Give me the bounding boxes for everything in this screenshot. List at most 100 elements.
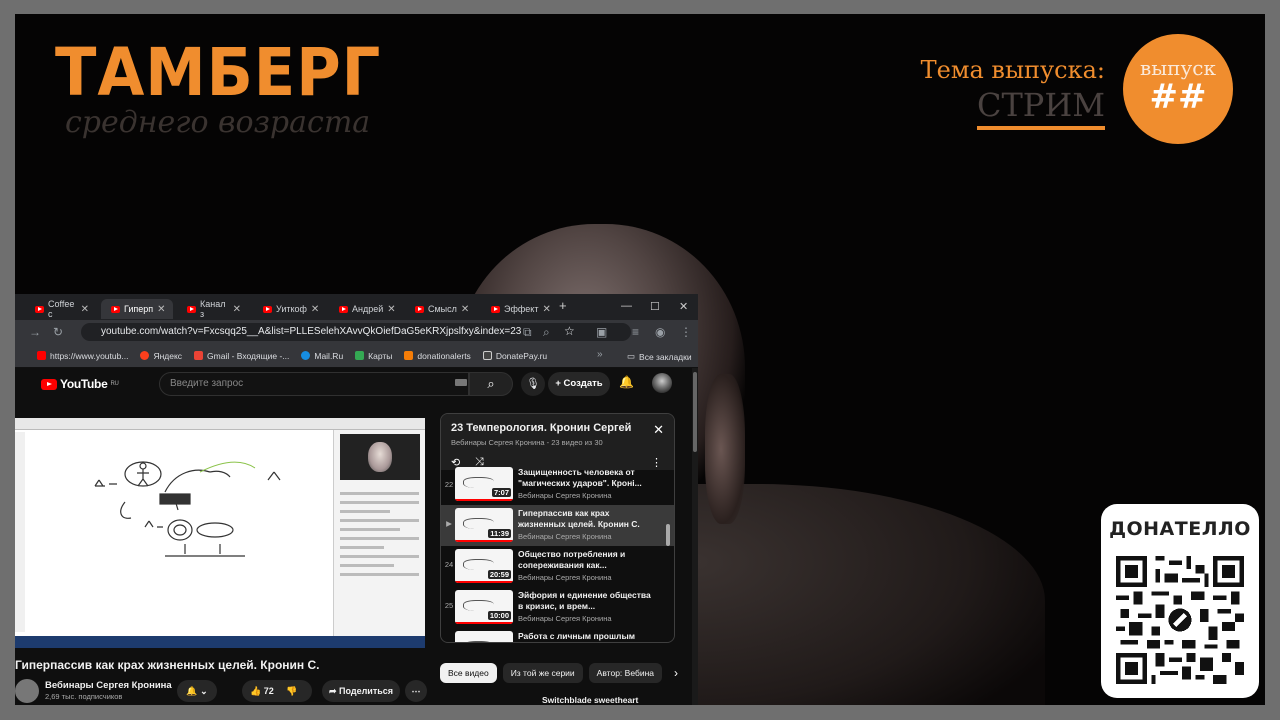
forward-icon[interactable]: → (29, 325, 41, 339)
bell-icon[interactable]: 🔔 (619, 375, 634, 389)
tab-label: Андрей (352, 304, 384, 314)
share-icon: ➦ (328, 686, 340, 696)
scrollbar-thumb[interactable] (693, 372, 697, 452)
chat-line (340, 537, 419, 540)
install-app-icon[interactable]: ⧉ (523, 325, 532, 340)
avatar[interactable] (652, 373, 672, 393)
video-thumbnail: 10:00 (455, 590, 513, 624)
tab-label: Гиперп (124, 304, 154, 314)
minimize-icon[interactable]: — (621, 300, 632, 312)
browser-tab[interactable]: Андрей ✕ (329, 299, 401, 319)
chat-line (340, 510, 390, 513)
reload-icon[interactable]: ↻ (53, 325, 63, 339)
search-button[interactable]: ⌕ (469, 372, 513, 396)
browser-tab[interactable]: Coffee с ✕ (25, 299, 97, 319)
bookmark-item[interactable]: Карты (355, 351, 392, 361)
video-player[interactable] (15, 418, 425, 648)
bookmark-item[interactable]: Gmail - Входящие -... (194, 351, 289, 361)
search-input[interactable]: Введите запрос (159, 372, 469, 396)
related-video-title[interactable]: Switchblade sweetheart (542, 695, 638, 705)
page-scrollbar[interactable] (692, 368, 698, 705)
browser-tab[interactable]: Смысл ✕ (405, 299, 477, 319)
video-title: Гиперпассив как крах жизненных целей. Кр… (15, 658, 320, 672)
more-actions-button[interactable]: ⋯ (405, 680, 427, 702)
profile-icon[interactable]: ◉ (655, 325, 665, 339)
close-icon[interactable]: ✕ (387, 304, 395, 315)
bookmark-star-icon[interactable]: ☆ (564, 324, 575, 338)
bookmark-label: Яндекс (153, 350, 183, 361)
keyboard-icon[interactable] (455, 379, 467, 386)
chat-line (340, 528, 400, 531)
youtube-icon (37, 351, 46, 360)
chip-same-series[interactable]: Из той же серии (502, 663, 583, 683)
chevron-right-icon[interactable]: › (674, 663, 678, 683)
zoom-icon[interactable]: ⌕ (543, 325, 550, 340)
playlist-item[interactable]: 25 10:00 Эйфория и единение общества в к… (441, 587, 674, 628)
close-icon[interactable]: ✕ (233, 304, 241, 315)
browser-tab[interactable]: Уиткоф ✕ (253, 299, 325, 319)
bookmark-item[interactable]: donationalerts (404, 351, 471, 361)
chip-author[interactable]: Автор: Вебина (588, 663, 662, 683)
playlist-item[interactable]: 22 7:07 Защищенность человека от "магиче… (441, 467, 674, 505)
share-button[interactable]: ➦ Поделиться (322, 680, 400, 702)
close-icon[interactable]: ✕ (311, 304, 319, 315)
like-button[interactable]: 👍 72 (250, 686, 274, 696)
address-bar-row: → ↻ youtube.com/watch?v=Fxcsqq25__A&list… (15, 320, 698, 344)
new-tab-icon[interactable]: + (559, 298, 567, 313)
watched-progress (455, 581, 513, 583)
media-controls-icon[interactable]: ≡ (632, 325, 639, 339)
youtube-header: YouTube RU Введите запрос ⌕ 🎙 + Создать 🔔 (15, 368, 698, 402)
like-dislike-group: 👍 72 👎 (242, 680, 312, 702)
close-icon[interactable]: ✕ (542, 304, 550, 315)
close-icon[interactable]: ✕ (653, 422, 664, 438)
playlist-item[interactable]: Работа с личным прошлым (441, 628, 674, 642)
video-thumbnail (455, 631, 513, 642)
video-duration: 11:39 (488, 529, 511, 538)
subscribed-button[interactable]: 🔔 ⌄ (177, 680, 217, 702)
whiteboard-sidebar (15, 432, 25, 632)
share-label: Поделиться (339, 686, 394, 696)
playlist-scrollbar[interactable] (666, 414, 670, 642)
playlist-title[interactable]: 23 Темперология. Кронин Сергей (451, 422, 631, 434)
more-bookmarks-icon[interactable]: » (597, 349, 603, 360)
playlist-channel[interactable]: Вебинары Сергея Кронина (451, 438, 545, 447)
video-thumbnail: 20:59 (455, 549, 513, 583)
qr-code-icon (1116, 556, 1244, 684)
close-icon[interactable]: ✕ (81, 304, 89, 315)
browser-tab[interactable]: Канал з ✕ (177, 299, 249, 319)
close-icon[interactable]: ✕ (461, 304, 469, 315)
scrollbar-thumb[interactable] (666, 524, 670, 546)
all-bookmarks-label: Все закладки (639, 351, 692, 362)
donatepay-icon (482, 351, 492, 360)
create-button[interactable]: + Создать (548, 372, 610, 396)
all-bookmarks[interactable]: ▭ Все закладки (627, 351, 692, 362)
bookmark-item[interactable]: Яндекс (140, 351, 182, 361)
like-count: 72 (263, 686, 274, 696)
youtube-logo-text: YouTube (60, 377, 108, 391)
voice-search-button[interactable]: 🎙 (521, 372, 545, 396)
bookmark-label: Карты (368, 350, 393, 361)
logo-title: ТАМБЕРГ (55, 34, 382, 111)
extensions-icon[interactable]: ▣ (596, 325, 607, 339)
browser-tab-active[interactable]: Гиперп ✕ (101, 299, 173, 319)
playlist-panel: 23 Темперология. Кронин Сергей Вебинары … (440, 413, 675, 643)
now-playing-icon: ▶ (446, 519, 452, 528)
microphone-icon: 🎙 (526, 378, 540, 390)
bookmark-item[interactable]: DonatePay.ru (482, 351, 547, 361)
playlist-item-current[interactable]: ▶ 11:39 Гиперпассив как крах жизненных ц… (441, 505, 674, 546)
browser-menu-icon[interactable]: ⋮ (680, 325, 692, 339)
bookmark-label: Gmail - Входящие -... (207, 350, 290, 361)
bookmark-item[interactable]: https://www.youtub... (37, 351, 128, 361)
playlist-item[interactable]: 24 20:59 Общество потребления и сопережи… (441, 546, 674, 587)
chip-all-videos[interactable]: Все видео (440, 663, 497, 683)
youtube-icon (339, 305, 348, 313)
youtube-logo[interactable]: YouTube RU (41, 377, 119, 391)
window-close-icon[interactable]: ✕ (679, 300, 688, 313)
bookmark-item[interactable]: Mail.Ru (301, 351, 343, 361)
channel-avatar[interactable] (15, 679, 39, 703)
close-icon[interactable]: ✕ (157, 304, 165, 315)
maximize-icon[interactable]: ☐ (650, 300, 660, 313)
thumbs-down-icon[interactable]: 👎 (286, 686, 297, 696)
channel-name[interactable]: Вебинары Сергея Кронина (45, 680, 172, 691)
browser-tab[interactable]: Эффект ✕ (481, 299, 553, 319)
